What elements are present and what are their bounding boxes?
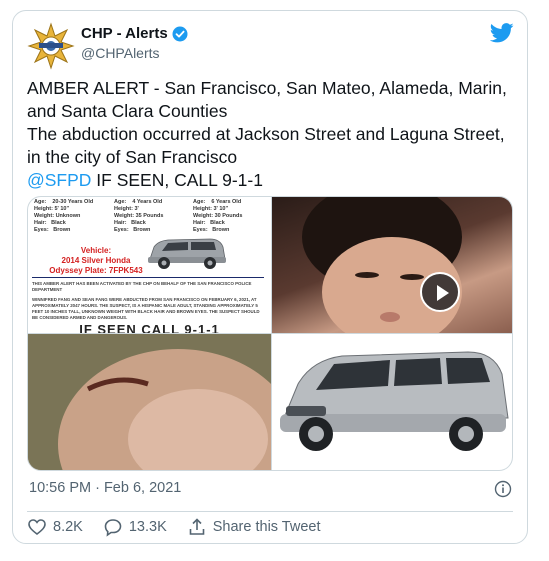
twitter-bird-icon[interactable] — [490, 23, 514, 43]
info-icon[interactable] — [494, 480, 512, 498]
share-icon — [189, 518, 205, 535]
poster-incident-note: WINNIFRED FANG AND SEAN FANG WERE ABDUCT… — [32, 297, 260, 320]
poster-child2-details: Age: 6 Years Old Height: 3' 10" Weight: … — [193, 199, 243, 233]
media-amber-alert-poster[interactable]: Age: 20-30 Years Old Height: 5' 10" Weig… — [28, 197, 271, 333]
vehicle-photo-image — [280, 351, 509, 451]
tweet-text: AMBER ALERT - San Francisco, San Mateo, … — [27, 77, 519, 192]
author-name-row[interactable]: CHP - Alerts — [81, 25, 188, 42]
media-child-video[interactable] — [272, 197, 512, 333]
poster-child1-details: Age: 4 Years Old Height: 3' Weight: 35 P… — [114, 199, 164, 233]
child-photo-image — [302, 197, 462, 333]
poster-suspect-details: Age: 20-30 Years Old Height: 5' 10" Weig… — [34, 199, 94, 233]
media-grid: Age: 20-30 Years Old Height: 5' 10" Weig… — [27, 196, 513, 471]
tweet-text-main: AMBER ALERT - San Francisco, San Mateo, … — [27, 78, 507, 167]
tweet-text-tail: IF SEEN, CALL 9-1-1 — [91, 170, 263, 190]
display-name[interactable]: CHP - Alerts — [81, 25, 168, 42]
avatar[interactable] — [27, 22, 75, 70]
poster-activation-note: THIS AMBER ALERT HAS BEEN ACTIVATED BY T… — [32, 281, 252, 292]
author-handle[interactable]: @CHPAlerts — [81, 45, 160, 61]
media-vehicle-photo[interactable] — [272, 334, 512, 470]
heart-icon — [28, 519, 46, 536]
tweet-timestamp[interactable]: 10:56 PM · Feb 6, 2021 — [29, 480, 181, 496]
share-button[interactable]: Share this Tweet — [187, 517, 321, 537]
share-label: Share this Tweet — [212, 519, 321, 535]
like-button[interactable]: 8.2K — [27, 517, 83, 537]
reply-bubble-icon — [104, 519, 122, 537]
suspect-photo-image — [28, 334, 271, 470]
verified-badge-icon — [172, 26, 188, 41]
poster-van-image — [148, 238, 226, 269]
like-count: 8.2K — [53, 519, 83, 535]
play-icon[interactable] — [420, 272, 460, 312]
poster-rule — [32, 277, 264, 278]
tweet-card: CHP - Alerts @CHPAlerts AMBER ALERT - Sa… — [12, 10, 528, 544]
reply-button[interactable]: 13.3K — [103, 517, 167, 537]
divider — [27, 511, 513, 512]
poster-call-footer: IF SEEN CALL 9-1-1 — [28, 323, 271, 333]
poster-vehicle-label: Vehicle: 2014 Silver Honda Odyssey Plate… — [49, 246, 143, 275]
media-suspect-photo[interactable] — [28, 334, 271, 470]
mention-link[interactable]: @SFPD — [27, 170, 91, 190]
tweet-actions: 8.2K 13.3K Share this Tweet — [27, 517, 341, 537]
reply-count: 13.3K — [128, 519, 167, 535]
